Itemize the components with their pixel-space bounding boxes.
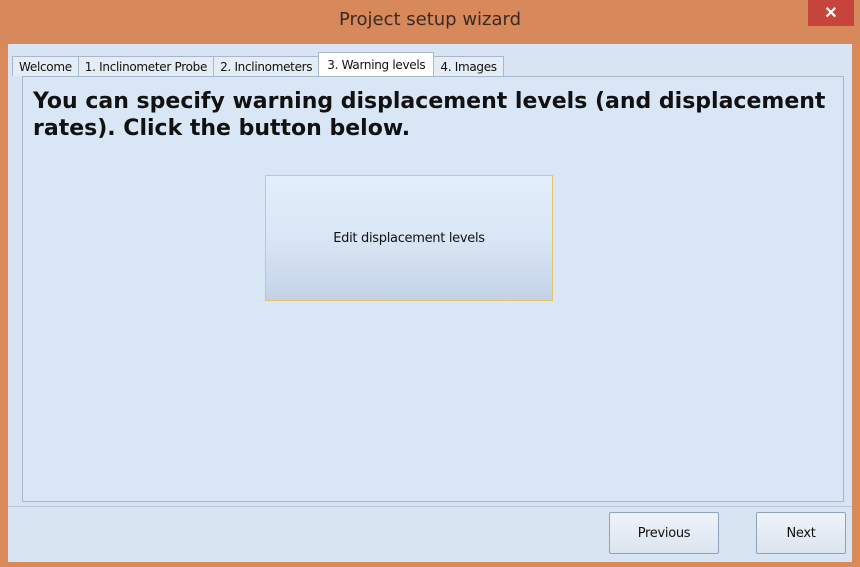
wizard-window: Project setup wizard ✕ Welcome 1. Inclin… (0, 0, 860, 567)
window-title: Project setup wizard (338, 9, 522, 30)
tab-inclinometers[interactable]: 2. Inclinometers (213, 56, 320, 76)
tab-images[interactable]: 4. Images (433, 56, 504, 76)
edit-displacement-levels-button[interactable]: Edit displacement levels (265, 175, 553, 301)
footer-divider (8, 506, 852, 507)
previous-button[interactable]: Previous (609, 512, 719, 554)
close-button[interactable]: ✕ (808, 0, 854, 26)
next-button[interactable]: Next (756, 512, 846, 554)
tab-warning-levels[interactable]: 3. Warning levels (318, 52, 435, 76)
tab-welcome[interactable]: Welcome (12, 56, 79, 76)
instruction-heading: You can specify warning displacement lev… (33, 89, 826, 141)
close-icon: ✕ (824, 5, 838, 22)
title-bar: Project setup wizard ✕ (0, 0, 860, 44)
tab-strip: Welcome 1. Inclinometer Probe 2. Inclino… (12, 52, 504, 76)
tab-inclinometer-probe[interactable]: 1. Inclinometer Probe (77, 56, 215, 76)
